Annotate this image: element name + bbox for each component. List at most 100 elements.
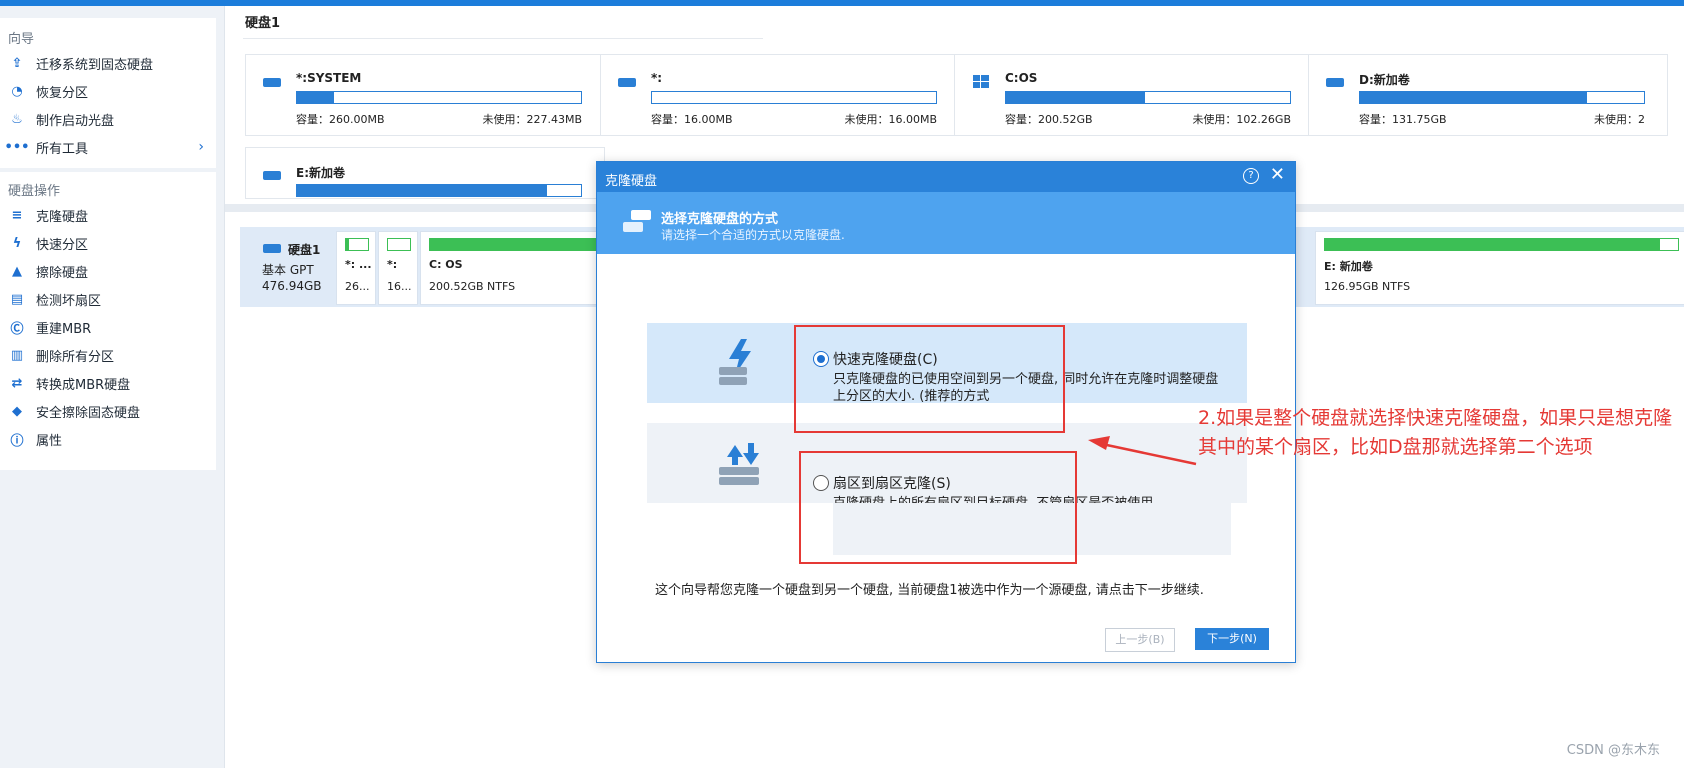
more-tools-icon: ••• [4,139,30,155]
annotation-box-sector-clone [799,451,1077,564]
partition-capacity: 容量：260.00MB [296,113,385,126]
partition-usage-bar [296,184,582,197]
disk-map-segment[interactable]: *: ... 26... [336,231,376,305]
disk-map-label[interactable]: 硬盘1 基本 GPT 476.94GB [248,233,344,299]
info-icon: ⓘ [10,433,24,449]
sidebar-item-info[interactable]: ⓘ 属性 [8,426,214,452]
sidebar-item-migrate[interactable]: ⇪ 迁移系统到固态硬盘 [8,50,214,76]
dialog-titlebar: 克隆硬盘 ? ✕ [597,162,1295,192]
sidebar-item-secure-erase[interactable]: ◆ 安全擦除固态硬盘 [8,398,214,424]
segment-usage-bar [387,238,411,251]
sidebar-item-label: 迁移系统到固态硬盘 [36,57,154,73]
partition-capacity: 容量：16.00MB [651,113,733,126]
sidebar-item-label: 安全擦除固态硬盘 [36,405,141,421]
partition-name: *: [651,71,663,85]
disk-operations-section-title: 硬盘操作 [8,184,61,199]
recover-partition-icon: ◔ [11,83,23,99]
dialog-note: 这个向导帮您克隆一个硬盘到另一个硬盘, 当前硬盘1被选中作为一个源硬盘, 请点击… [655,583,1204,598]
annotation-text: 2.如果是整个硬盘就选择快速克隆硬盘，如果只是想克隆其中的某个扇区，比如D盘那就… [1198,407,1673,458]
partition-free: 未使用：2 [1594,113,1645,126]
wizard-panel: 向导 ⇪ 迁移系统到固态硬盘 ◔ 恢复分区 ♨ 制作启动光盘 ••• 所有工具 › [0,18,216,168]
disk-title: 硬盘1 [245,16,281,31]
partition-capacity: 容量：200.52GB [1005,113,1093,126]
partition-card[interactable]: D:新加卷容量：131.75GB 未使用：2 [1308,54,1668,136]
rebuild-mbr-icon: Ⓒ [10,321,24,337]
sidebar-item-rebuild-mbr[interactable]: Ⓒ 重建MBR [8,314,214,340]
disk-map-name: 硬盘1 [288,243,321,257]
previous-button[interactable]: 上一步(B) [1105,628,1175,652]
segment-name: *: [387,258,398,271]
drive-icon [263,78,281,87]
sidebar-item-label: 属性 [36,433,63,449]
sidebar-item-quick-partition[interactable]: ϟ 快速分区 [8,230,214,256]
lightning-disk-icon [719,339,751,385]
partition-card[interactable]: *:SYSTEM 容量：260.00MB 未使用：227.43MB [245,54,605,136]
sidebar-item-label: 删除所有分区 [36,349,115,365]
sidebar-item-label: 擦除硬盘 [36,265,89,281]
dialog-header-subtitle: 请选择一个合适的方式以克隆硬盘. [661,228,845,242]
partition-free: 未使用：227.43MB [482,113,582,126]
sidebar-item-delete-partitions[interactable]: ▥ 删除所有分区 [8,342,214,368]
partition-card[interactable]: C:OS 容量：200.52GB 未使用：102.26GB [954,54,1314,136]
next-button[interactable]: 下一步(N) [1195,628,1269,650]
partition-capacity: 容量：131.75GB [1359,113,1447,126]
drive-icon [263,171,281,180]
partition-name: C:OS [1005,71,1038,85]
convert-mbr-icon: ⇄ [11,375,23,391]
segment-name: *: ... [345,258,372,271]
sidebar-item-label: 检测坏扇区 [36,293,102,309]
sidebar-item-label: 快速分区 [36,237,89,253]
title-divider [243,38,763,39]
sidebar-item-label: 恢复分区 [36,85,89,101]
sidebar-item-bootable-media[interactable]: ♨ 制作启动光盘 [8,106,214,132]
drive-icon [1326,78,1344,87]
clone-disk-icon: ≡ [11,207,23,223]
partition-free: 未使用：16.00MB [844,113,937,126]
sidebar: 向导 ⇪ 迁移系统到固态硬盘 ◔ 恢复分区 ♨ 制作启动光盘 ••• 所有工具 › 硬盘操作 ≡… [0,6,225,768]
partition-usage-bar [651,91,937,104]
quick-partition-icon: ϟ [12,235,22,251]
wipe-disk-icon: ▲ [12,263,22,279]
annotation-box-quick-clone [794,325,1065,433]
partition-card[interactable]: E:新加卷 [245,147,605,199]
partition-free: 未使用：102.26GB [1192,113,1291,126]
partition-usage-bar [1005,91,1291,104]
disk-map-segment[interactable]: E: 新加卷 126.95GB NTFS [1315,231,1684,305]
segment-info: 16... [387,280,412,293]
sidebar-item-wipe-disk[interactable]: ▲ 擦除硬盘 [8,258,214,284]
partition-card[interactable]: *: 容量：16.00MB 未使用：16.00MB [600,54,960,136]
secure-erase-icon: ◆ [12,403,22,419]
chevron-right-icon: › [198,139,204,155]
segment-name: C: OS [429,258,463,271]
help-icon[interactable]: ? [1243,168,1259,184]
partition-name: *:SYSTEM [296,71,362,85]
sidebar-item-convert-mbr[interactable]: ⇄ 转换成MBR硬盘 [8,370,214,396]
sidebar-item-bad-sector[interactable]: ▤ 检测坏扇区 [8,286,214,312]
sidebar-item-label: 克隆硬盘 [36,209,89,225]
disk-operations-panel: 硬盘操作 ≡ 克隆硬盘 ϟ 快速分区 ▲ 擦除硬盘 ▤ 检测坏扇区 Ⓒ 重建MBR ▥ 删除所有分区 ⇄… [0,172,216,470]
watermark: CSDN @东木东 [1566,743,1660,758]
segment-usage-bar [345,238,369,251]
sidebar-item-more-tools[interactable]: ••• 所有工具 › [4,134,214,160]
partition-usage-bar [296,91,582,104]
partition-name: D:新加卷 [1359,73,1410,87]
segment-usage-bar [1324,238,1679,251]
close-icon[interactable]: ✕ [1270,166,1285,184]
sidebar-item-label: 重建MBR [36,321,92,337]
sidebar-item-clone-disk[interactable]: ≡ 克隆硬盘 [8,202,214,228]
windows-icon [973,75,989,88]
segment-name: E: 新加卷 [1324,260,1373,273]
annotation-arrow [1088,436,1197,466]
clone-disk-icon [623,210,651,232]
disk-map-type: 基本 GPT [262,263,314,277]
segment-info: 26... [345,280,370,293]
sidebar-item-recover-partition[interactable]: ◔ 恢复分区 [8,78,214,104]
disk-map-size: 476.94GB [262,279,322,293]
partition-usage-bar [1359,91,1645,104]
migrate-icon: ⇪ [11,55,23,71]
dialog-header: 选择克隆硬盘的方式 请选择一个合适的方式以克隆硬盘. [597,192,1295,254]
disk-map-segment[interactable]: *: 16... [378,231,418,305]
dialog-header-title: 选择克隆硬盘的方式 [661,212,779,227]
wizard-section-title: 向导 [8,32,35,47]
disk-icon [263,244,281,253]
